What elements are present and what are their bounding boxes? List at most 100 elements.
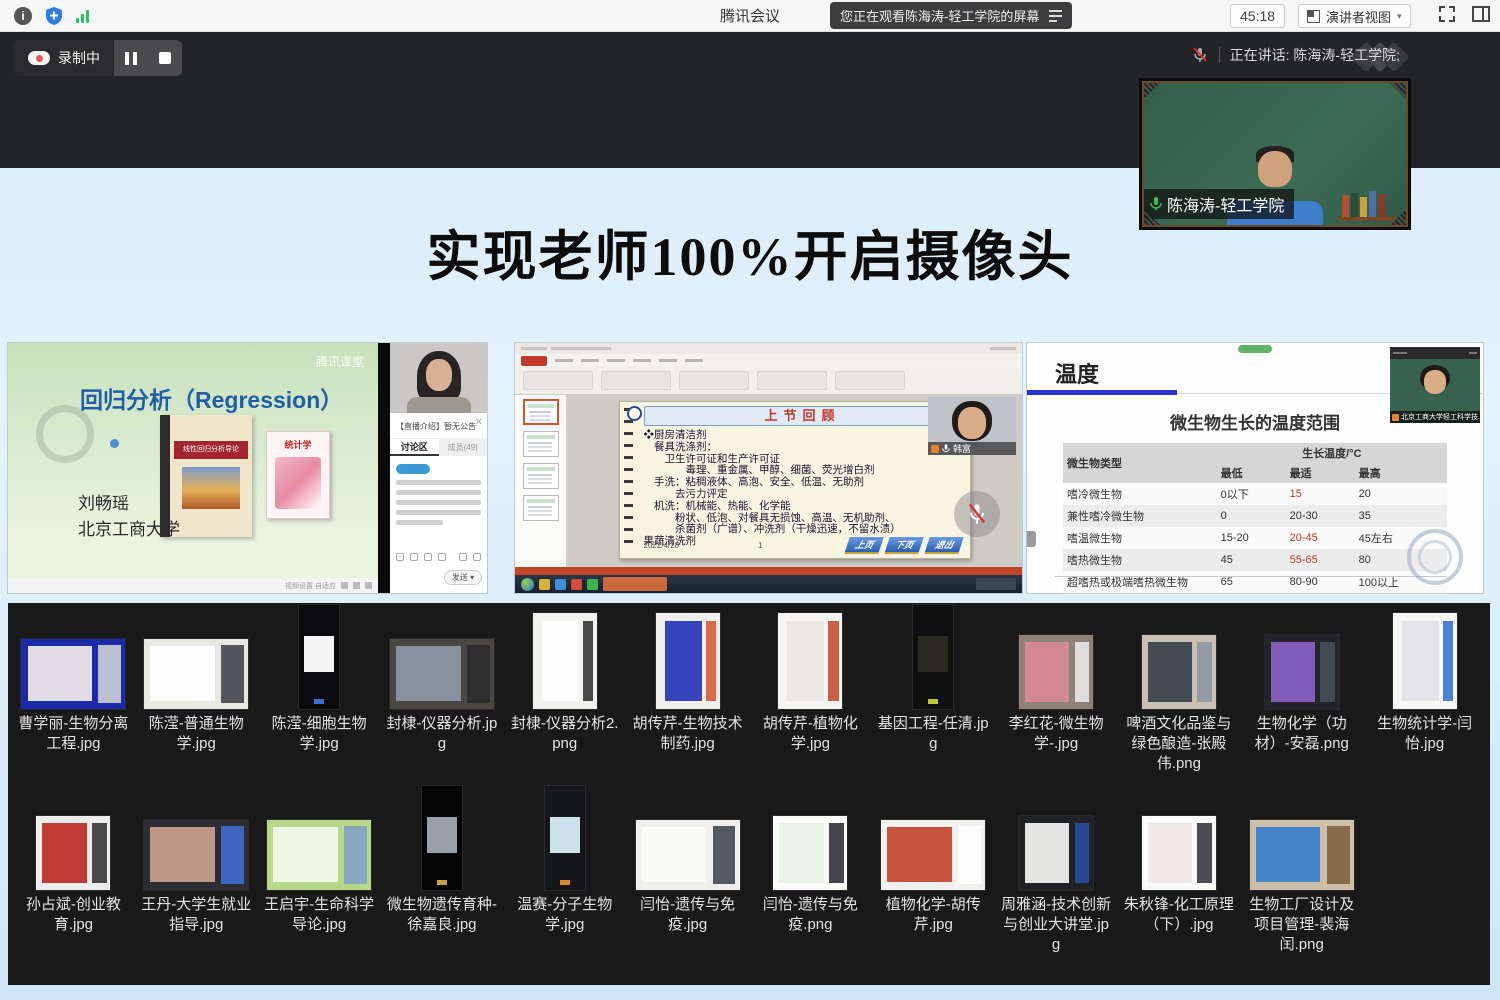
file-thumbnail [299, 605, 339, 709]
meeting-timer: 45:18 [1230, 4, 1285, 28]
file-item: 微生物遗传育种-徐嘉良.jpg [381, 778, 504, 955]
file-name: 生物工厂设计及项目管理-裴海闰.png [1241, 895, 1363, 955]
speaker-name-tag: 陈海涛-轻工学院 [1144, 189, 1294, 219]
close-icon: ✕ [475, 417, 483, 428]
file-name: 陈滢-细胞生物学.jpg [258, 714, 380, 754]
table-row: 超嗜热或极端嗜热微生物 65 80-90 100以上 [1063, 571, 1447, 593]
slide-thumbnails-pane [515, 395, 567, 567]
table-row: 嗜热微生物 45 55-65 80 [1063, 549, 1447, 571]
file-item: 王启宇-生命科学导论.jpg [258, 778, 381, 955]
player-footer: 视频设置 自适应 [8, 578, 378, 593]
slide-text-line: 餐具洗涤剂： [644, 442, 962, 454]
file-name: 啤酒文化品鉴与绿色酿造-张殿伟.png [1118, 714, 1240, 774]
network-signal-icon[interactable] [76, 9, 89, 23]
slide-text-line: 机洗：机械能、热能、化学能 [644, 501, 962, 513]
file-thumbnail [1142, 635, 1216, 709]
file-grid: 曹学丽-生物分离工程.jpg 陈滢-普通生物学.jpg 陈滢-细胞生物学.jpg… [8, 603, 1490, 985]
school-logo-icon [627, 406, 642, 421]
banner-menu-icon[interactable] [1049, 10, 1062, 22]
file-item: 基因工程-任清.jpg [872, 609, 995, 774]
file-name: 温赛-分子生物学.jpg [504, 895, 626, 935]
file-thumbnail [390, 639, 494, 709]
live-notice: 【直播介绍】暂无公告 [390, 413, 487, 439]
file-thumbnail [267, 820, 371, 890]
hand-raise-icon [931, 445, 939, 453]
book-cover-2: 统计学 [266, 431, 330, 519]
pause-recording-button[interactable] [114, 40, 148, 76]
notebook-slide: 上节回顾 ❖厨房清洁剂 餐具洗涤剂： 卫生许可证和生产许可证 毒理、重金属、甲醇… [619, 401, 971, 559]
chat-badge [396, 464, 430, 474]
file-thumbnail [422, 786, 462, 890]
chevron-down-icon: ▾ [1397, 11, 1402, 22]
share-indicator-pill [1238, 345, 1272, 353]
view-mode-label: 演讲者视图 [1326, 7, 1391, 26]
meeting-info-icon[interactable]: i [14, 7, 32, 25]
file-name: 曹学丽-生物分离工程.jpg [12, 714, 134, 754]
side-notch [1027, 531, 1036, 547]
student-name: 韩富 [953, 442, 971, 455]
chat-message-placeholder [390, 474, 487, 530]
file-item: 陈滢-普通生物学.jpg [135, 609, 258, 774]
screenshot-strip: 腾讯课堂 回归分析（Regression） 线性回归分析导论 统计学 刘畅瑶 北… [0, 343, 1500, 593]
file-name: 生物统计学-闫怡.jpg [1364, 714, 1486, 754]
university-watermark-icon [1407, 529, 1463, 585]
file-name: 王丹-大学生就业指导.jpg [135, 895, 257, 935]
slide-date: 2022/4/28 [644, 541, 680, 550]
screenshot-powerpoint: 上节回顾 ❖厨房清洁剂 餐具洗涤剂： 卫生许可证和生产许可证 毒理、重金属、甲醇… [515, 343, 1022, 593]
file-thumbnail [1250, 820, 1354, 890]
file-name: 胡传芹-生物技术制药.jpg [627, 714, 749, 754]
slide-nav-buttons: 上页下页退出 [841, 537, 961, 554]
sidebar-toggle-icon[interactable] [1472, 6, 1490, 22]
top-bar: i 腾讯会议 您正在观看陈海涛-轻工学院的屏幕 45:18 演讲者视图 ▾ [0, 0, 1500, 32]
slide-text-line: ❖厨房清洁剂 [644, 430, 962, 442]
stop-recording-button[interactable] [148, 40, 182, 76]
file-row-2: 孙占斌-创业教育.jpg 王丹-大学生就业指导.jpg 王启宇-生命科学导论.j… [8, 778, 1490, 955]
file-thumbnail [1393, 613, 1457, 709]
fullscreen-icon[interactable] [1438, 5, 1456, 23]
file-thumbnail [533, 613, 597, 709]
file-item: 闫怡-遗传与免疫.png [749, 778, 872, 955]
regression-slide-title: 回归分析（Regression） [80, 381, 343, 415]
view-mode-dropdown[interactable]: 演讲者视图 ▾ [1298, 4, 1411, 28]
start-orb-icon [521, 578, 534, 591]
table-row: 嗜温微生物 15-20 20-45 45左右 [1063, 527, 1447, 549]
file-name: 李红花-微生物学-.jpg [995, 714, 1117, 754]
lecturer-webcam [390, 343, 487, 413]
file-thumbnail [1265, 635, 1339, 709]
file-thumbnail [36, 816, 110, 890]
slide-text-line: 粉状、低泡、对餐具无损蚀、高温、无机助剂、 [644, 513, 962, 525]
file-item: 温赛-分子生物学.jpg [503, 778, 626, 955]
file-item: 闫怡-遗传与免疫.jpg [626, 778, 749, 955]
screenshot-regression-lecture: 腾讯课堂 回归分析（Regression） 线性回归分析导论 统计学 刘畅瑶 北… [8, 343, 487, 593]
file-item: 孙占斌-创业教育.jpg [12, 778, 135, 955]
bookshelf [1338, 187, 1396, 221]
file-item: 生物化学（功材）-安磊.png [1240, 609, 1363, 774]
temp-slide-title: 温度 [1055, 357, 1099, 389]
file-thumbnail [636, 820, 740, 890]
active-mic-icon [1150, 197, 1162, 211]
file-item: 胡传芹-生物技术制药.jpg [626, 609, 749, 774]
file-thumbnail [778, 613, 842, 709]
meeting-window: i 腾讯会议 您正在观看陈海涛-轻工学院的屏幕 45:18 演讲者视图 ▾ [0, 0, 1500, 1000]
chat-toolbar [396, 553, 481, 561]
slide-text-line: 手洗：粘稠液体、高泡、安全、低温、无助剂 [644, 477, 962, 489]
file-item: 朱秋锋-化工原理（下）.jpg [1118, 778, 1241, 955]
file-item: 啤酒文化品鉴与绿色酿造-张殿伟.png [1118, 609, 1241, 774]
hand-raise-icon [1392, 414, 1399, 421]
recording-indicator: 录制中 [14, 40, 182, 76]
security-shield-icon[interactable] [44, 6, 64, 26]
mic-icon [942, 444, 950, 454]
send-button: 发送 ▾ [444, 570, 482, 585]
file-name: 周雅涵-技术创新与创业大讲堂.jpg [995, 895, 1117, 955]
ketang-watermark: 腾讯课堂 [316, 353, 364, 370]
file-thumbnail [144, 639, 248, 709]
file-name: 基因工程-任清.jpg [872, 714, 994, 754]
file-thumbnail [21, 639, 125, 709]
file-item: 植物化学-胡传芹.jpg [872, 778, 995, 955]
speaker-video-thumbnail[interactable]: 陈海涛-轻工学院 [1139, 78, 1411, 230]
presenter-webcam: 北京工商大学轻工科学技... [1390, 347, 1480, 423]
muted-mic-overlay-icon [954, 491, 1000, 537]
file-thumbnail [1142, 816, 1216, 890]
slide-body: ❖厨房清洁剂 餐具洗涤剂： 卫生许可证和生产许可证 毒理、重金属、甲醇、细菌、荧… [644, 430, 962, 548]
file-thumbnail [773, 816, 847, 890]
